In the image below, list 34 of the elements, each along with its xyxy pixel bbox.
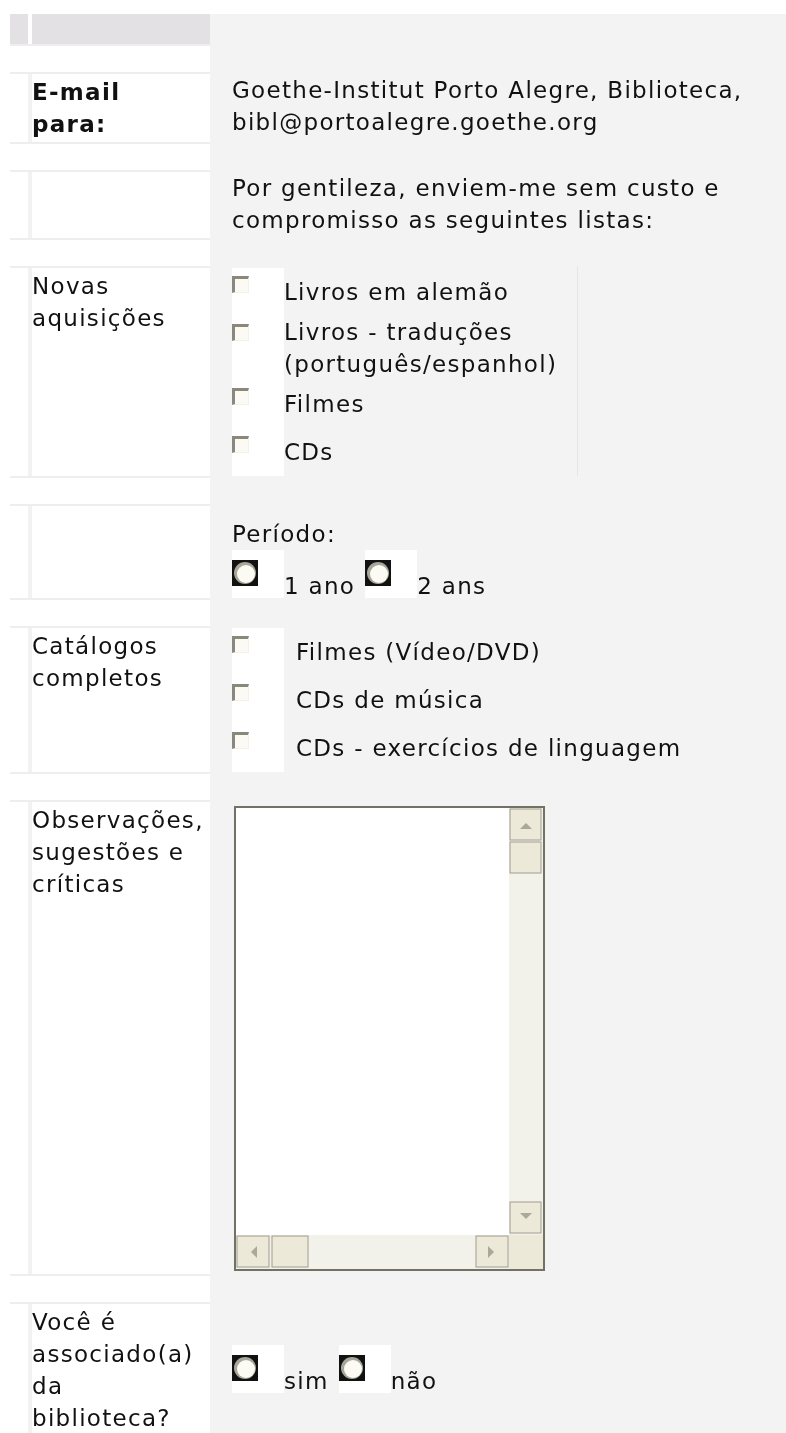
checkbox-label: CDs - exercícios de linguagem [295, 734, 682, 763]
horizontal-scrollbar[interactable] [236, 1235, 509, 1269]
radio-button[interactable] [232, 560, 258, 586]
checkbox-label: Filmes [284, 390, 365, 419]
checkbox[interactable] [232, 388, 249, 405]
period-label: Período: [232, 520, 337, 549]
comments-field[interactable] [234, 806, 545, 1271]
field-label: Catálogos completos [32, 632, 165, 693]
field-label: E-mail para: [32, 78, 122, 139]
checkbox[interactable] [232, 732, 249, 749]
checkbox-label: CDs de música [295, 686, 485, 715]
checkbox[interactable] [232, 324, 249, 341]
radio-label: não [390, 1369, 438, 1393]
checkbox-label: CDs [284, 438, 334, 467]
checkbox-label: Livros - traduções (português/espanhol) [284, 318, 559, 379]
radio-button[interactable] [232, 1355, 258, 1381]
field-label: Você é associado(a) da biblioteca? [32, 1308, 195, 1433]
checkbox-label: Filmes (Vídeo/DVD) [295, 638, 541, 667]
checkbox-label: Livros em alemão [284, 278, 509, 307]
field-label: Novas aquisições [32, 272, 167, 333]
recipient-text: Goethe-Institut Porto Alegre, Biblioteca, bibl@portoalegre.goethe.org [232, 76, 744, 137]
checkbox[interactable] [232, 276, 249, 293]
scrollbar-corner [509, 1235, 543, 1269]
checkbox[interactable] [232, 684, 249, 701]
field-label: Observações, sugestões e críticas [32, 806, 202, 899]
checkbox[interactable] [232, 436, 249, 453]
vertical-scrollbar[interactable] [509, 808, 543, 1235]
radio-label: 1 ano [284, 574, 356, 598]
radio-button[interactable] [338, 1355, 365, 1381]
radio-button[interactable] [365, 560, 392, 586]
instruction-text: Por gentileza, enviem-me sem custo e compromisso as seguintes listas: [232, 174, 721, 235]
checkbox[interactable] [232, 636, 249, 653]
radio-label: sim [284, 1369, 329, 1393]
radio-label: 2 ans [417, 574, 487, 598]
